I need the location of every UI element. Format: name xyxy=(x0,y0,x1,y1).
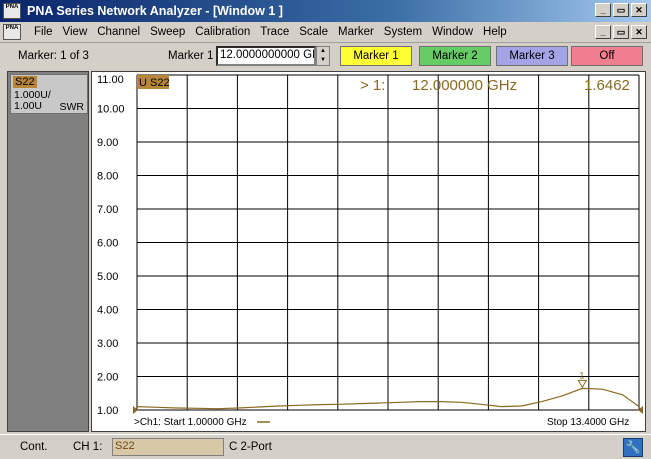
marker-count-label: Marker: 1 of 3 xyxy=(18,50,89,62)
window-title: PNA Series Network Analyzer - [Window 1 … xyxy=(27,4,283,18)
trace-scale: 1.000U/ 1.00U xyxy=(14,90,51,112)
marker-3-button[interactable]: Marker 3 xyxy=(496,46,568,66)
menu-channel[interactable]: Channel xyxy=(92,26,145,38)
marker-field-label: Marker 1 xyxy=(168,50,214,62)
trace-name: S22 xyxy=(13,76,37,88)
document-window-controls: _ ▭ ✕ xyxy=(595,25,647,39)
document-icon[interactable]: PNA xyxy=(3,24,21,40)
y-tick-label: 2.00 xyxy=(97,372,118,384)
marker-1-button[interactable]: Marker 1 xyxy=(340,46,412,66)
y-tick-label: 6.00 xyxy=(97,238,118,250)
menu-calibration[interactable]: Calibration xyxy=(190,26,255,38)
y-tick-label: 7.00 xyxy=(97,204,118,216)
measurement-display[interactable]: 11.00 10.00 9.00 8.00 7.00 6.00 5.00 4.00 3.00 2.… xyxy=(91,71,646,432)
active-trace-status[interactable]: S22 xyxy=(112,438,224,456)
trace-reference: 1.00U xyxy=(14,100,43,112)
port-config-status: C 2-Port xyxy=(229,441,272,453)
trace-format: SWR xyxy=(59,101,85,113)
pna-app-icon[interactable]: PNA xyxy=(3,3,21,19)
y-tick-label: 4.00 xyxy=(97,305,118,317)
menu-marker[interactable]: Marker xyxy=(333,26,379,38)
y-tick-label: 11.00 xyxy=(97,74,124,86)
menu-scale[interactable]: Scale xyxy=(294,26,333,38)
y-tick-label: 8.00 xyxy=(97,171,118,183)
marker-readout-value: 1.6462 xyxy=(584,77,630,94)
stop-frequency-label: Stop 13.4000 GHz xyxy=(547,417,629,428)
grid xyxy=(136,74,640,411)
y-tick-label: 10.00 xyxy=(97,104,125,116)
y-tick-label: 1.00 xyxy=(97,405,118,417)
close-button[interactable]: ✕ xyxy=(631,3,647,17)
menu-help[interactable]: Help xyxy=(478,26,512,38)
title-bar: PNA PNA Series Network Analyzer - [Windo… xyxy=(0,0,651,22)
trace-label: U S22 xyxy=(139,77,170,89)
channel-status: CH 1: xyxy=(73,441,103,453)
trace-status-panel: S22 1.000U/ 1.00U SWR xyxy=(7,71,89,432)
marker-2-button[interactable]: Marker 2 xyxy=(419,46,491,66)
wrench-icon[interactable]: 🔧 xyxy=(623,438,643,457)
trace-status-box[interactable]: S22 1.000U/ 1.00U SWR xyxy=(10,74,88,114)
marker-readout-frequency: 12.000000 GHz xyxy=(412,77,517,94)
marker-layer: 1 xyxy=(577,370,588,389)
spin-up-icon[interactable]: ▲ xyxy=(317,47,329,56)
marker-toolbar: Marker: 1 of 3 Marker 1 12.0000000000 GH… xyxy=(0,44,651,69)
menu-window[interactable]: Window xyxy=(427,26,478,38)
spin-down-icon[interactable]: ▼ xyxy=(317,56,329,65)
doc-close-button[interactable]: ✕ xyxy=(631,25,647,39)
marker-frequency-input[interactable]: 12.0000000000 GH: xyxy=(216,46,316,66)
menu-bar: PNA File View Channel Sweep Calibration … xyxy=(0,22,651,43)
restore-button[interactable]: ▭ xyxy=(613,3,629,17)
menu-view[interactable]: View xyxy=(58,26,93,38)
status-bar: Cont. CH 1: S22 C 2-Port 🔧 xyxy=(0,434,651,459)
marker-off-button[interactable]: Off xyxy=(571,46,643,66)
y-tick-label: 5.00 xyxy=(97,271,118,283)
doc-restore-button[interactable]: ▭ xyxy=(613,25,629,39)
y-axis-ticks: 11.0010.009.008.007.006.005.004.003.002.… xyxy=(97,74,643,417)
menu-trace[interactable]: Trace xyxy=(255,26,294,38)
sweep-mode-status: Cont. xyxy=(20,441,48,453)
menu-file[interactable]: File xyxy=(29,26,58,38)
window-controls: _ ▭ ✕ xyxy=(595,3,647,17)
marker-1-symbol-label: 1 xyxy=(579,370,584,380)
marker-frequency-spinner[interactable]: ▲ ▼ xyxy=(316,46,330,66)
swr-chart[interactable]: 11.0010.009.008.007.006.005.004.003.002.… xyxy=(92,72,645,431)
menu-system[interactable]: System xyxy=(379,26,427,38)
minimize-button[interactable]: _ xyxy=(595,3,611,17)
start-frequency-label: >Ch1: Start 1.00000 GHz xyxy=(134,417,247,428)
marker-readout-label: > 1: xyxy=(360,77,385,94)
menu-sweep[interactable]: Sweep xyxy=(145,26,190,38)
doc-minimize-button[interactable]: _ xyxy=(595,25,611,39)
y-tick-label: 3.00 xyxy=(97,338,118,350)
y-tick-label: 9.00 xyxy=(97,137,118,149)
marker-1-symbol-icon[interactable] xyxy=(577,379,588,389)
